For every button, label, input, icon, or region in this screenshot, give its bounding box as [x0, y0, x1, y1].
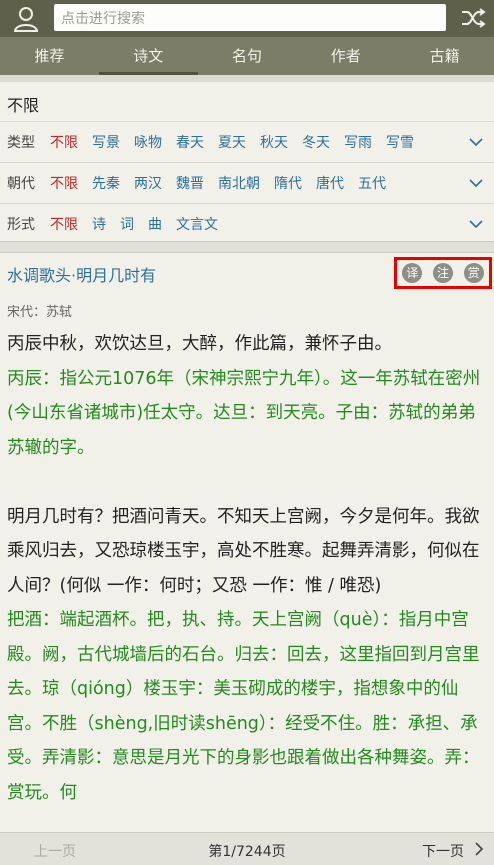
- filter-option[interactable]: 先秦: [92, 173, 120, 193]
- top-bar: 点击进行搜索: [0, 0, 494, 37]
- user-icon[interactable]: [12, 5, 40, 33]
- chevron-down-icon[interactable]: [468, 216, 484, 232]
- tab-recommend[interactable]: 推荐: [0, 37, 99, 75]
- filter-option[interactable]: 写雨: [344, 132, 372, 152]
- pagination-bar: 上一页 第1/7244页 下一页: [0, 832, 494, 865]
- poem-preface: 丙辰中秋，欢饮达旦，大醉，作此篇，兼怀子由。: [7, 334, 392, 354]
- tab-poems[interactable]: 诗文: [98, 37, 198, 75]
- poem-author[interactable]: 宋代：苏轼: [7, 301, 72, 320]
- tab-quotes[interactable]: 名句: [198, 37, 297, 75]
- filter-option[interactable]: 词: [120, 214, 134, 234]
- filter-option[interactable]: 魏晋: [176, 173, 204, 193]
- filter-option[interactable]: 不限: [50, 214, 78, 234]
- filter-label: 朝代: [7, 176, 35, 192]
- filter-row-form: 形式 不限 诗 词 曲 文言文: [7, 204, 494, 244]
- filter-label: 类型: [7, 135, 35, 151]
- filter-option[interactable]: 两汉: [134, 173, 162, 193]
- filter-option[interactable]: 南北朝: [218, 173, 260, 193]
- section-divider: [0, 241, 494, 253]
- body-annotation: 把酒：端起酒杯。把，执、持。天上宫阙（què）：指月中宫殿。阙，古代城墙后的石台…: [7, 610, 480, 803]
- poem-title[interactable]: 水调歌头·明月几时有: [7, 262, 156, 286]
- filter-option[interactable]: 春天: [176, 132, 204, 152]
- filter-option[interactable]: 夏天: [218, 132, 246, 152]
- page-indicator: 第1/7244页: [208, 844, 286, 860]
- filter-summary: 不限: [7, 96, 40, 115]
- filter-option[interactable]: 不限: [50, 132, 78, 152]
- poem-body: 明月几时有？把酒问青天。不知天上宫阙，今夕是何年。我欲乘风归去，又恐琼楼玉宇，高…: [7, 506, 480, 596]
- filter-option[interactable]: 隋代: [274, 173, 302, 193]
- annotate-button[interactable]: 注: [432, 263, 453, 283]
- preface-annotation: 丙辰：指公元1076年（宋神宗熙宁九年）。这一年苏轼在密州(今山东省诸城市)任太…: [7, 368, 481, 458]
- appreciate-button[interactable]: 赏: [463, 263, 484, 283]
- poem-content: 丙辰中秋，欢饮达旦，大醉，作此篇，兼怀子由。 丙辰：指公元1076年（宋神宗熙宁…: [7, 327, 492, 810]
- translate-button[interactable]: 译: [402, 263, 423, 283]
- chevron-down-icon[interactable]: [468, 134, 484, 150]
- poem-tools: 译 注 赏: [394, 257, 492, 289]
- filter-row-dynasty: 朝代 不限 先秦 两汉 魏晋 南北朝 隋代 唐代 五代: [7, 163, 494, 203]
- shuffle-icon[interactable]: [460, 6, 486, 30]
- next-page-button[interactable]: 下一页: [422, 841, 464, 861]
- chevron-down-icon[interactable]: [468, 175, 484, 191]
- filter-option[interactable]: 写景: [92, 132, 120, 152]
- filter-label: 形式: [7, 217, 35, 233]
- filter-option[interactable]: 咏物: [134, 132, 162, 152]
- tab-authors[interactable]: 作者: [296, 37, 395, 75]
- tab-bar: 推荐 诗文 名句 作者 古籍: [0, 37, 494, 75]
- search-input[interactable]: 点击进行搜索: [54, 4, 446, 31]
- filter-option[interactable]: 五代: [358, 173, 386, 193]
- filter-option[interactable]: 诗: [92, 214, 106, 234]
- filter-option[interactable]: 唐代: [316, 173, 344, 193]
- chevron-right-icon[interactable]: [472, 842, 486, 856]
- filter-option[interactable]: 冬天: [302, 132, 330, 152]
- filter-option[interactable]: 写雪: [386, 132, 414, 152]
- tab-classics[interactable]: 古籍: [395, 37, 494, 75]
- filter-row-type: 类型 不限 写景 咏物 春天 夏天 秋天 冬天 写雨 写雪: [7, 122, 494, 162]
- search-placeholder: 点击进行搜索: [61, 10, 145, 27]
- filter-option[interactable]: 秋天: [260, 132, 288, 152]
- filter-option[interactable]: 曲: [148, 214, 162, 234]
- filter-option[interactable]: 不限: [50, 173, 78, 193]
- tabs-divider: [0, 75, 494, 82]
- filter-option[interactable]: 文言文: [176, 214, 218, 234]
